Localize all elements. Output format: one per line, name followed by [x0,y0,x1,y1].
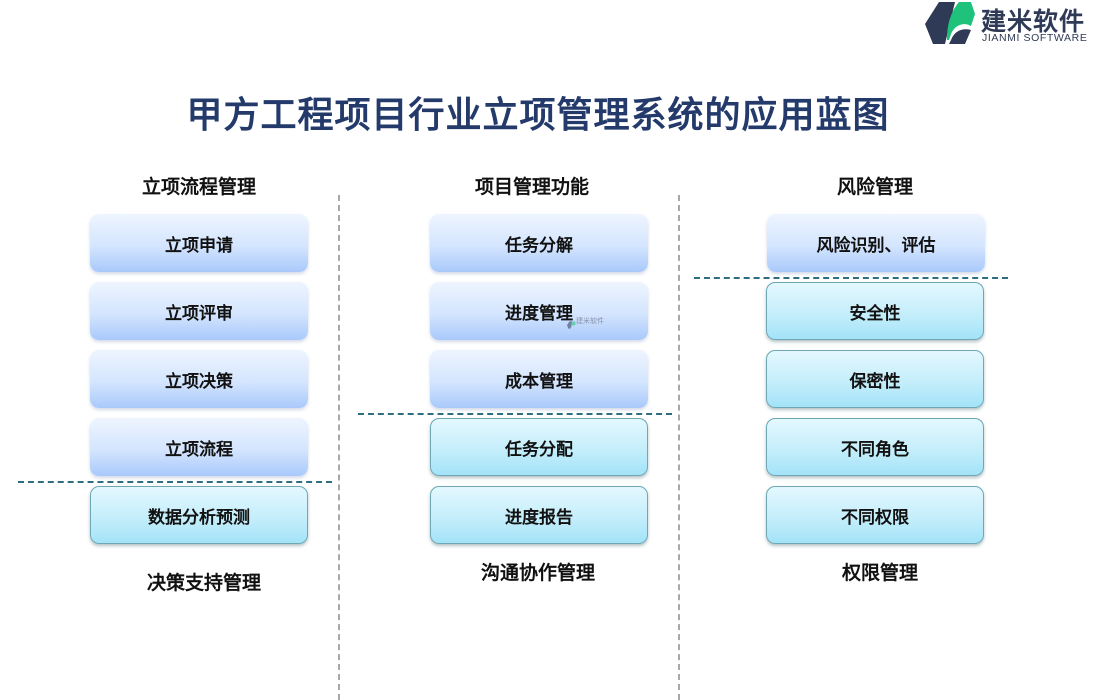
module-box[interactable]: 风险识别、评估 [767,214,985,272]
module-box[interactable]: 进度报告 [430,486,648,544]
watermark-logo-icon [567,321,576,329]
jianmi-logo-icon [925,2,975,44]
section-divider [694,277,1008,279]
module-box[interactable]: 立项评审 [90,282,308,340]
module-box[interactable]: 不同权限 [766,486,984,544]
module-box[interactable]: 立项决策 [90,350,308,408]
brand-logo: 建米软件 JIANMI SOFTWARE [925,0,1100,48]
module-box[interactable]: 保密性 [766,350,984,408]
column-heading: 沟通协作管理 [480,562,595,584]
column-heading: 风险管理 [836,176,913,198]
section-divider [18,481,332,483]
module-box[interactable]: 立项流程 [90,418,308,476]
column-heading: 决策支持管理 [146,572,261,594]
column-heading: 项目管理功能 [474,176,589,198]
column-heading: 立项流程管理 [141,176,256,198]
module-box[interactable]: 数据分析预测 [90,486,308,544]
column-divider-1 [338,195,340,700]
module-box[interactable]: 成本管理 [430,350,648,408]
column-heading: 权限管理 [841,562,918,584]
module-box[interactable]: 立项申请 [90,214,308,272]
module-box[interactable]: 安全性 [766,282,984,340]
watermark-text: 建米软件 [576,317,604,325]
module-box[interactable]: 不同角色 [766,418,984,476]
column-divider-2 [678,195,680,700]
module-box[interactable]: 任务分解 [430,214,648,272]
page-title: 甲方工程项目行业立项管理系统的应用蓝图 [186,95,890,136]
module-box[interactable]: 任务分配 [430,418,648,476]
brand-name-en: JIANMI SOFTWARE [982,32,1088,44]
module-box[interactable]: 进度管理 [430,282,648,340]
watermark: 建米软件 [567,316,607,332]
section-divider [358,413,672,415]
